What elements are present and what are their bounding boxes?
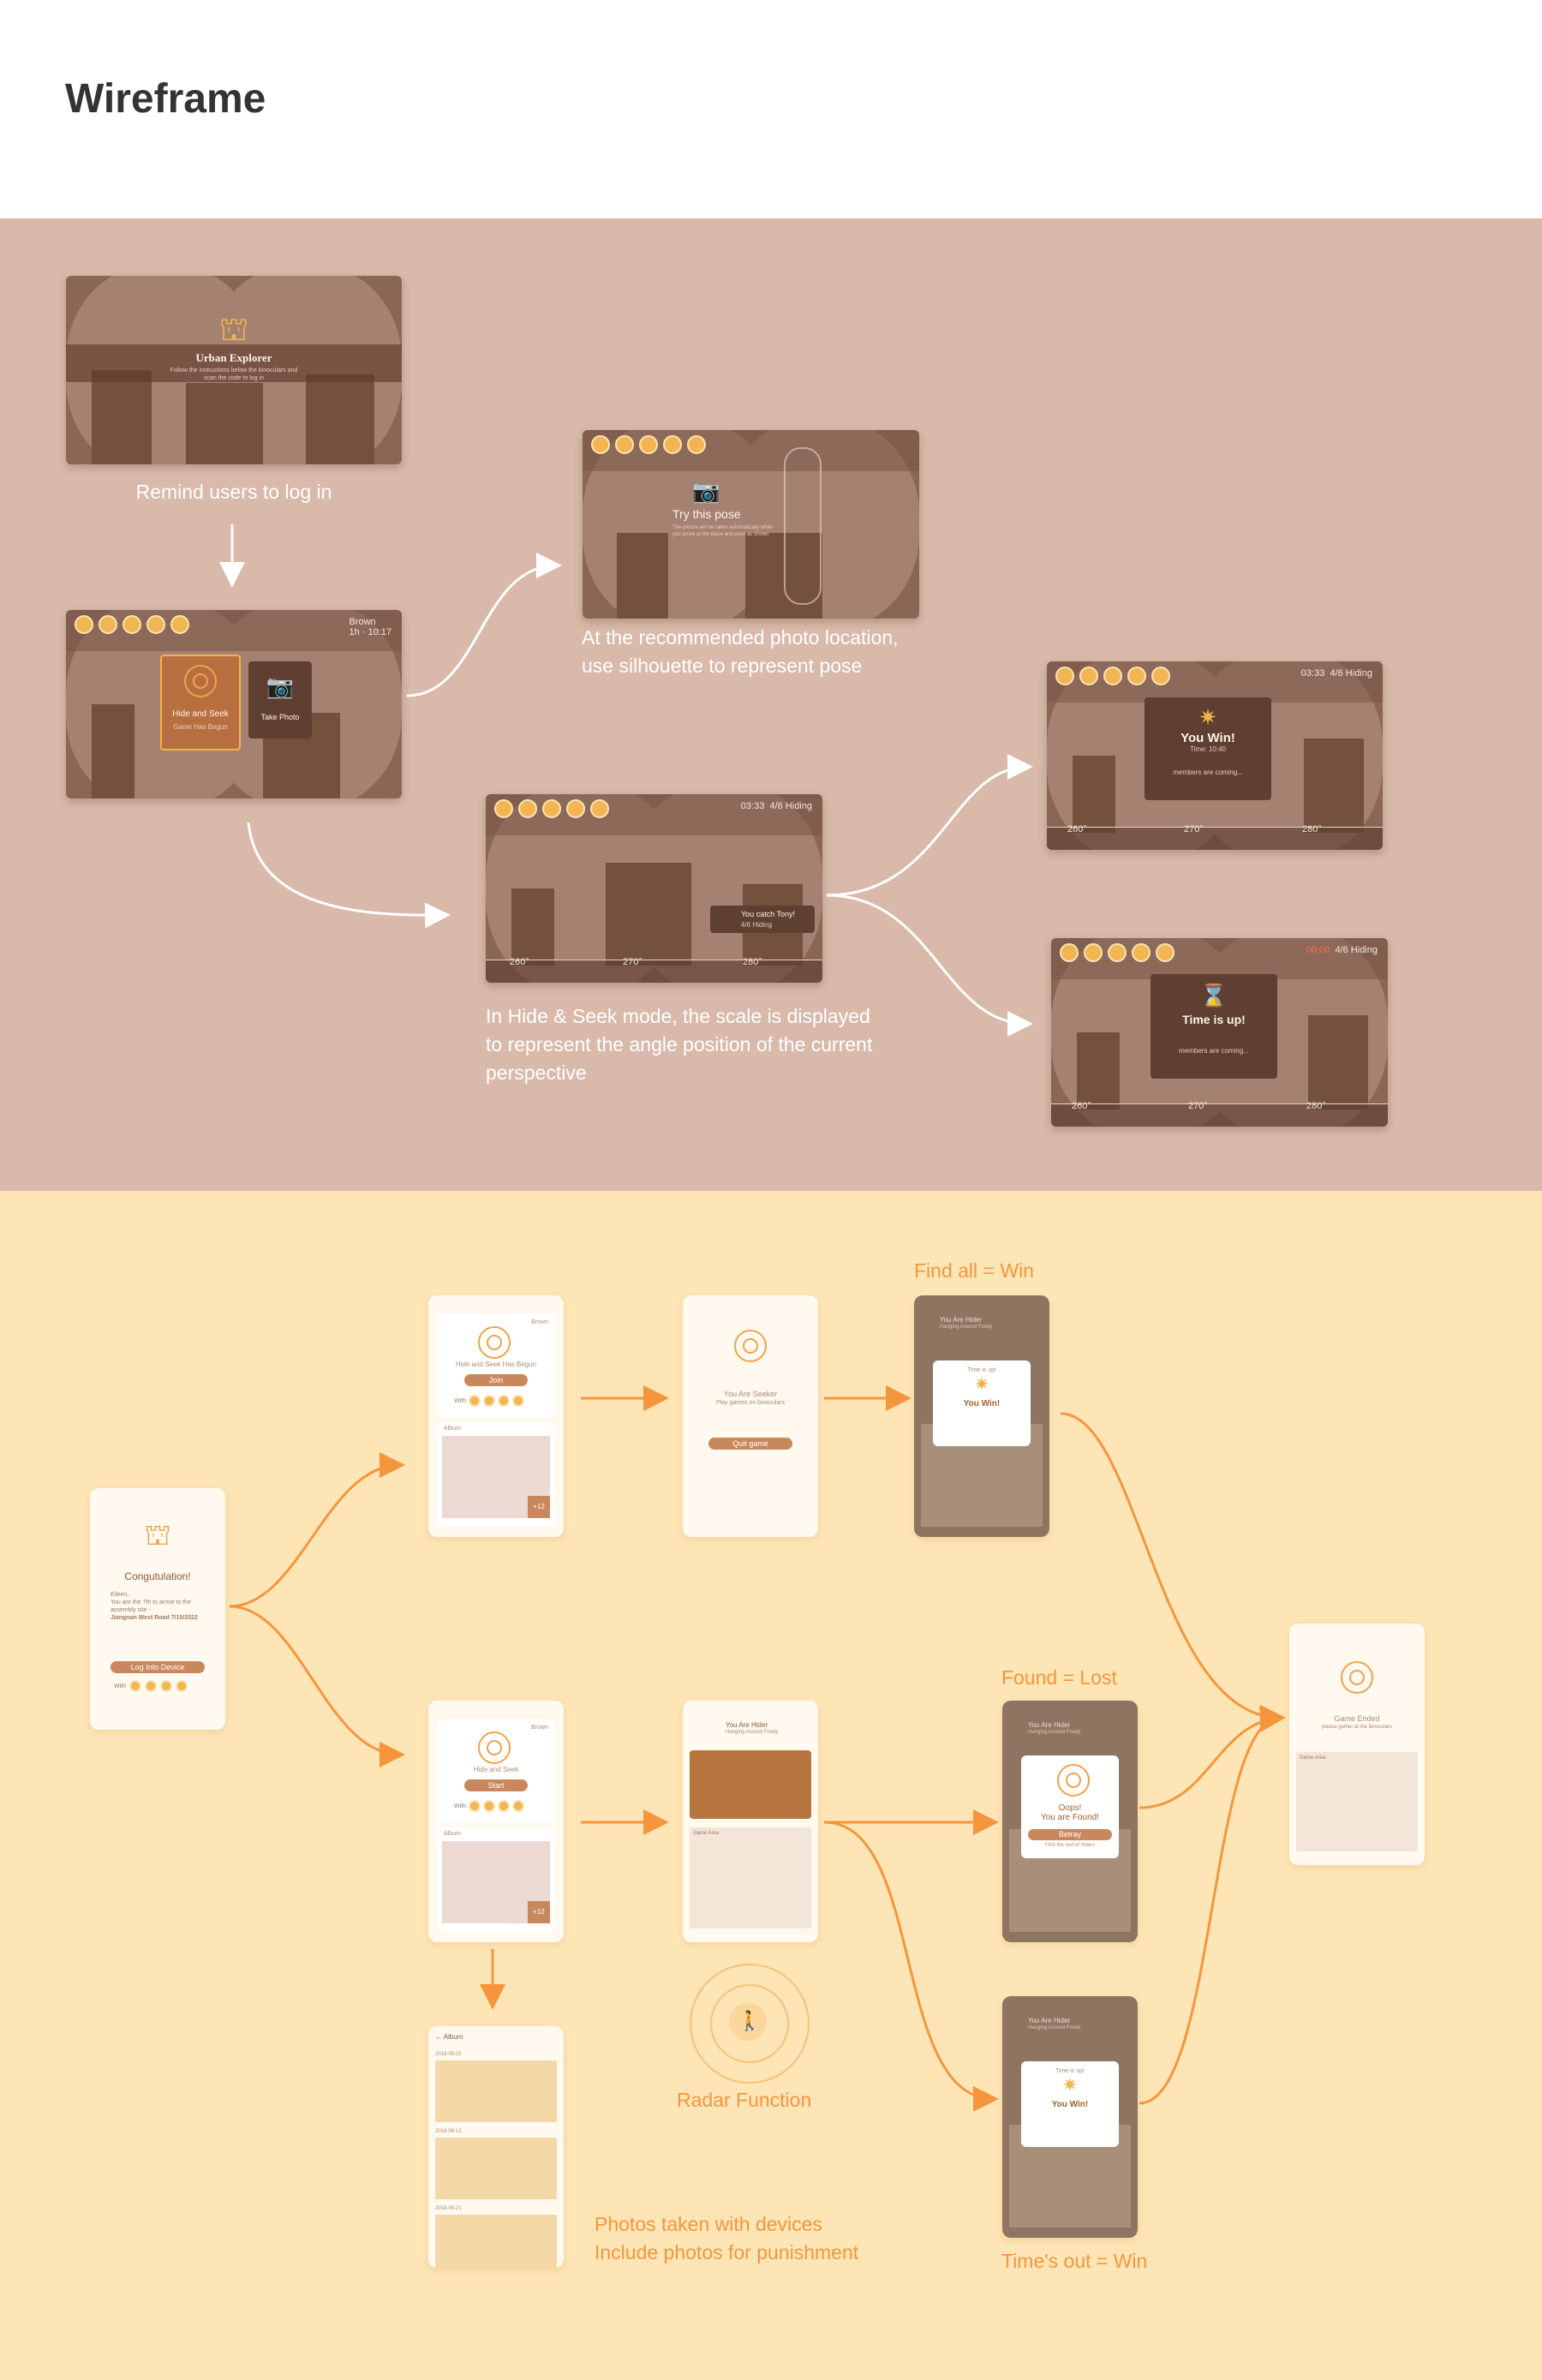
flow-arrows [219,524,1286,2112]
